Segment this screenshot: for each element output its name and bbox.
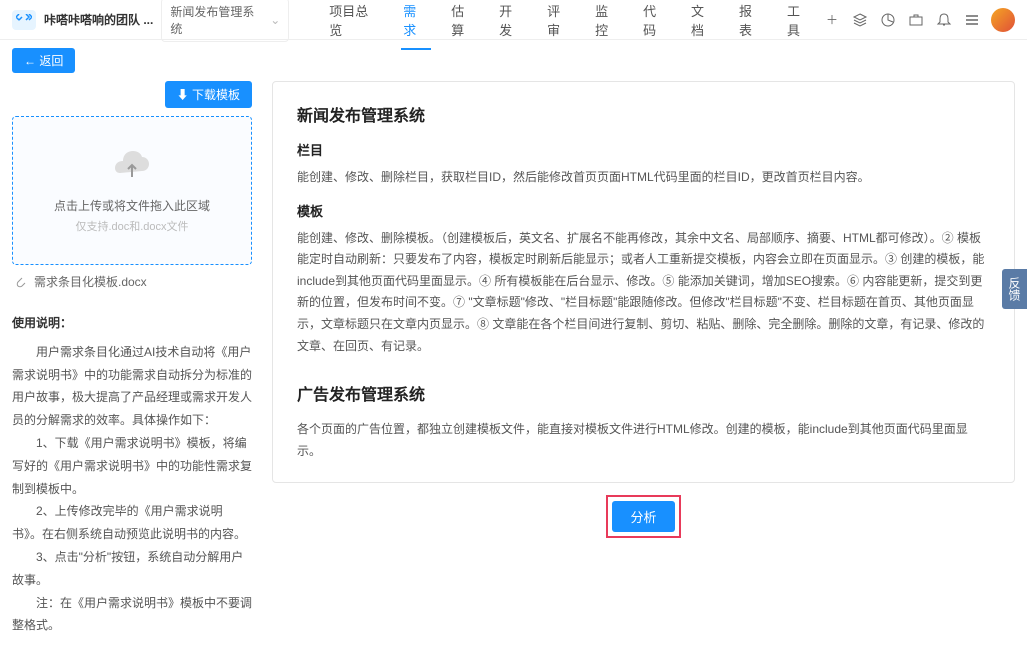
nav-tools[interactable]: 工具	[785, 0, 815, 49]
logo[interactable]	[12, 10, 36, 30]
back-button[interactable]: ← 返回	[12, 48, 75, 73]
instructions-title: 使用说明：	[12, 312, 252, 335]
nav-code[interactable]: 代码	[641, 0, 671, 49]
highlight-box: 分析	[606, 495, 680, 538]
feedback-tab[interactable]: 反馈	[1002, 269, 1027, 309]
layers-icon[interactable]	[851, 11, 869, 29]
analyze-button[interactable]: 分析	[612, 501, 674, 532]
instruction-note: 注：在《用户需求说明书》模板中不要调整格式。	[12, 592, 252, 638]
chevron-down-icon: ⌄	[270, 13, 280, 27]
user-avatar[interactable]	[991, 8, 1015, 32]
uploaded-file[interactable]: 需求条目化模板.docx	[12, 265, 252, 298]
cloud-upload-icon	[112, 147, 152, 187]
menu-icon[interactable]	[963, 11, 981, 29]
instruction-step-1: 1、下载《用户需求说明书》模板，将编写好的《用户需求说明书》中的功能性需求复制到…	[12, 432, 252, 500]
header-actions: ＋	[823, 8, 1015, 32]
bell-icon[interactable]	[935, 11, 953, 29]
right-column: 新闻发布管理系统 栏目 能创建、修改、删除栏目，获取栏目ID，然后能修改首页页面…	[272, 81, 1015, 637]
instruction-step-2: 2、上传修改完毕的《用户需求说明书》。在右侧系统自动预览此说明书的内容。	[12, 500, 252, 546]
doc-title-1: 新闻发布管理系统	[297, 102, 990, 126]
instruction-intro: 用户需求条目化通过AI技术自动将《用户需求说明书》中的功能需求自动拆分为标准的用…	[12, 341, 252, 432]
pie-chart-icon[interactable]	[879, 11, 897, 29]
left-column: ⬇ 下载模板 点击上传或将文件拖入此区域 仅支持.doc和.docx文件 需求条…	[12, 81, 252, 637]
section-body: 能创建、修改、删除模板。（创建模板后，英文名、扩展名不能再修改，其余中文名、局部…	[297, 228, 990, 358]
doc-title-2: 广告发布管理系统	[297, 381, 990, 405]
upload-dropzone[interactable]: 点击上传或将文件拖入此区域 仅支持.doc和.docx文件	[12, 116, 252, 265]
section-body: 能创建、修改、删除栏目，获取栏目ID，然后能修改首页页面HTML代码里面的栏目I…	[297, 167, 990, 189]
top-nav: 项目总览 需求 估算 开发 评审 监控 代码 文档 报表 工具	[327, 0, 815, 49]
nav-docs[interactable]: 文档	[689, 0, 719, 49]
paperclip-icon	[14, 275, 28, 289]
document-preview: 新闻发布管理系统 栏目 能创建、修改、删除栏目，获取栏目ID，然后能修改首页页面…	[272, 81, 1015, 483]
project-name: 新闻发布管理系统	[170, 3, 266, 37]
upload-hint: 仅支持.doc和.docx文件	[23, 218, 241, 234]
main-content: ⬇ 下载模板 点击上传或将文件拖入此区域 仅支持.doc和.docx文件 需求条…	[0, 81, 1027, 657]
team-name[interactable]: 咔嗒咔嗒响的团队 ...	[44, 11, 153, 28]
nav-monitor[interactable]: 监控	[593, 0, 623, 49]
plus-icon[interactable]: ＋	[823, 11, 841, 29]
nav-report[interactable]: 报表	[737, 0, 767, 49]
section-heading: 栏目	[297, 140, 990, 159]
section-heading: 模板	[297, 201, 990, 220]
instruction-step-3: 3、点击"分析"按钮，系统自动分解用户故事。	[12, 546, 252, 592]
nav-requirements[interactable]: 需求	[401, 0, 431, 49]
file-name: 需求条目化模板.docx	[34, 273, 147, 290]
project-selector[interactable]: 新闻发布管理系统 ⌄	[161, 0, 289, 42]
nav-review[interactable]: 评审	[545, 0, 575, 49]
download-template-button[interactable]: ⬇ 下载模板	[165, 81, 252, 108]
nav-develop[interactable]: 开发	[497, 0, 527, 49]
app-header: 咔嗒咔嗒响的团队 ... 新闻发布管理系统 ⌄ 项目总览 需求 估算 开发 评审…	[0, 0, 1027, 40]
section-body: 各个页面的广告位置，都独立创建模板文件，能直接对模板文件进行HTML修改。创建的…	[297, 419, 990, 462]
nav-estimate[interactable]: 估算	[449, 0, 479, 49]
instructions: 使用说明： 用户需求条目化通过AI技术自动将《用户需求说明书》中的功能需求自动拆…	[12, 312, 252, 637]
upload-text: 点击上传或将文件拖入此区域	[23, 197, 241, 214]
action-bar: 分析	[272, 495, 1015, 538]
briefcase-icon[interactable]	[907, 11, 925, 29]
nav-overview[interactable]: 项目总览	[327, 0, 383, 49]
